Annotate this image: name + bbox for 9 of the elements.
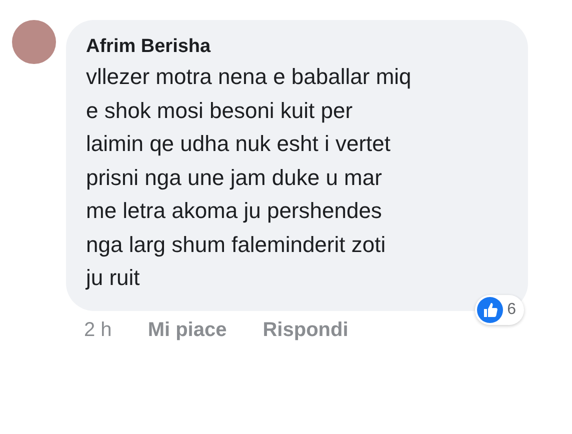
thumbs-up-icon (477, 296, 504, 322)
comment-text: vllezer motra nena e baballar miq e shok mosi besoni kuit per laimin qe udha nuk esht i vertet prisni nga une jam duke u mar me letra akoma ju pershendes nga larg shum faleminderit zoti ju ruit (86, 63, 412, 292)
action-link[interactable]: Mi piace (148, 318, 227, 342)
avatar[interactable] (12, 20, 56, 64)
action-link[interactable]: Rispondi (262, 318, 348, 342)
reaction-badge[interactable]: 6 (475, 294, 524, 324)
comment-time: 2 h (84, 318, 112, 342)
reaction-count: 6 (507, 300, 516, 318)
author-name[interactable]: Afrim Berisha (86, 34, 508, 60)
